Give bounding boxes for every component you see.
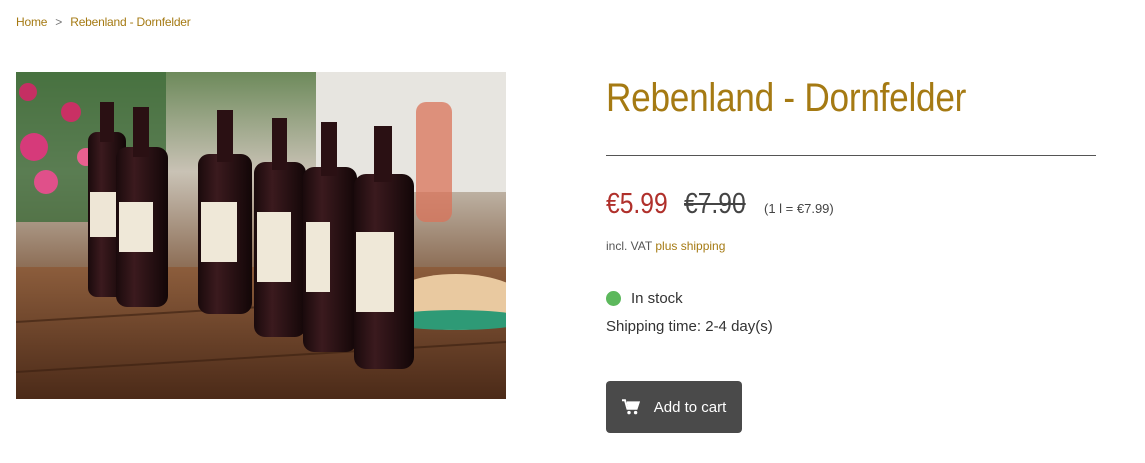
product-title: Rebenland - Dornfelder xyxy=(606,76,967,120)
add-to-cart-label: Add to cart xyxy=(653,398,727,416)
status-dot-icon xyxy=(606,291,621,306)
stock-status: In stock xyxy=(606,290,683,307)
breadcrumb: Home > Rebenland - Dornfelder xyxy=(16,15,191,29)
cart-icon xyxy=(621,399,640,415)
vat-info: incl. VAT plus shipping xyxy=(606,239,725,253)
chevron-right-icon: > xyxy=(55,15,63,29)
breadcrumb-home-link[interactable]: Home xyxy=(16,15,47,29)
wine-bottles-photo xyxy=(16,72,506,399)
breadcrumb-current-link[interactable]: Rebenland - Dornfelder xyxy=(70,15,191,29)
title-divider xyxy=(606,155,1096,156)
shipping-cost-link[interactable]: plus shipping xyxy=(655,239,725,253)
shipping-time: Shipping time: 2-4 day(s) xyxy=(606,318,773,335)
product-image[interactable] xyxy=(16,72,506,399)
price-row: €5.99 €7.90 (1 l = €7.99) xyxy=(606,188,834,221)
stock-status-label: In stock xyxy=(631,290,683,307)
unit-price: (1 l = €7.99) xyxy=(764,201,834,216)
old-price: €7.90 xyxy=(684,188,746,220)
current-price: €5.99 xyxy=(606,188,668,220)
vat-text: incl. VAT xyxy=(606,239,653,253)
add-to-cart-button[interactable]: Add to cart xyxy=(606,381,742,433)
